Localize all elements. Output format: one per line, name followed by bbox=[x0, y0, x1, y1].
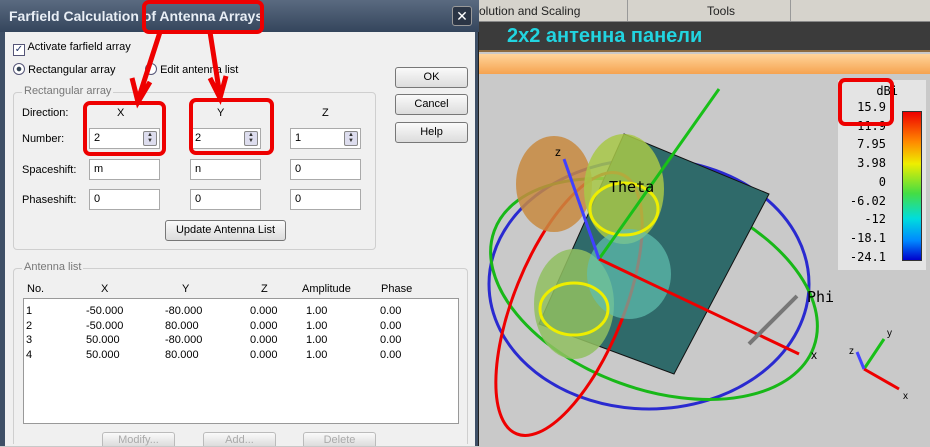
theta-label: Theta bbox=[609, 178, 654, 196]
menu-separator bbox=[790, 0, 791, 21]
cell: 0.000 bbox=[250, 319, 278, 332]
modify-button[interactable]: Modify... bbox=[102, 432, 175, 446]
cell: 1.00 bbox=[306, 334, 328, 346]
cell: 2 bbox=[26, 319, 33, 332]
phaseshift-x-input[interactable]: 0 bbox=[89, 189, 160, 210]
legend-value: -24.1 bbox=[849, 249, 886, 264]
number-z-value: 1 bbox=[295, 132, 302, 144]
number-label: Number: bbox=[22, 133, 65, 145]
update-antenna-list-button[interactable]: Update Antenna List bbox=[165, 220, 286, 241]
cell: 1 bbox=[26, 305, 33, 317]
annotation-box bbox=[838, 78, 894, 126]
header-amplitude: Amplitude bbox=[302, 283, 351, 295]
cell: 3 bbox=[26, 334, 33, 346]
cell: -80.000 bbox=[165, 334, 203, 346]
legend-value: 0 bbox=[878, 174, 886, 189]
spaceshift-x-input[interactable]: m bbox=[89, 159, 160, 180]
spin-arrows-icon[interactable]: ▲ ▼ bbox=[344, 131, 358, 146]
legend-value: 7.95 bbox=[857, 137, 886, 152]
help-button[interactable]: Help bbox=[395, 122, 468, 143]
header-no: No. bbox=[27, 283, 45, 295]
cell: 0.00 bbox=[380, 334, 402, 346]
cell: 0.000 bbox=[250, 348, 278, 361]
mini-x-label: x bbox=[903, 391, 908, 402]
phaseshift-z-input[interactable]: 0 bbox=[290, 189, 361, 210]
phaseshift-y-input[interactable]: 0 bbox=[190, 189, 261, 210]
phi-label: Phi bbox=[807, 288, 834, 306]
list-header: No. X Y Z Amplitude Phase bbox=[5, 283, 465, 296]
spaceshift-y-input[interactable]: n bbox=[190, 159, 261, 180]
colorbar bbox=[902, 111, 922, 261]
cell: 0.00 bbox=[380, 348, 402, 361]
header-phase: Phase bbox=[381, 283, 413, 295]
cell: 50.000 bbox=[86, 334, 120, 346]
cell: 80.000 bbox=[165, 348, 199, 361]
spaceshift-z-input[interactable]: 0 bbox=[290, 159, 361, 180]
menu-tools[interactable]: Tools bbox=[707, 4, 735, 18]
legend-value: 3.98 bbox=[857, 156, 886, 171]
spaceshift-label: Spaceshift: bbox=[22, 164, 77, 176]
cell: 80.000 bbox=[165, 319, 199, 332]
banner-title: 2x2 антенна панели bbox=[507, 25, 703, 47]
legend-value: -6.02 bbox=[849, 193, 886, 208]
cell: 0.000 bbox=[250, 305, 278, 317]
mini-z-label: z bbox=[849, 346, 854, 357]
menu-solution-scaling[interactable]: olution and Scaling bbox=[479, 4, 580, 18]
cell: 1.00 bbox=[306, 305, 328, 317]
cell: 0.00 bbox=[380, 305, 402, 317]
cell: 1.00 bbox=[306, 348, 328, 361]
menu-separator bbox=[627, 0, 628, 21]
title-band: 2x2 антенна панели bbox=[479, 22, 930, 52]
cell: -50.000 bbox=[86, 305, 124, 317]
phaseshift-label: Phaseshift: bbox=[22, 194, 77, 206]
cell: -50.000 bbox=[86, 319, 124, 332]
annotation-arrows bbox=[129, 31, 229, 109]
cell: 1.00 bbox=[306, 319, 328, 332]
cell: 50.000 bbox=[86, 348, 120, 361]
page: Farfield Calculation of Antenna Arrays ✕… bbox=[0, 0, 930, 446]
phi-arrow bbox=[747, 294, 799, 346]
x-label: x bbox=[811, 348, 817, 362]
delete-button[interactable]: Delete bbox=[303, 432, 376, 446]
antenna-list[interactable]: 1 -50.000 -80.000 0.000 1.00 0.00 2 -50.000 80.0… bbox=[23, 298, 459, 424]
cell: -80.000 bbox=[165, 305, 203, 317]
group-label: Antenna list bbox=[22, 261, 84, 274]
header-y: Y bbox=[182, 283, 190, 295]
cell: 0.00 bbox=[380, 319, 402, 332]
header-z: Z bbox=[261, 283, 268, 295]
menu-bar: olution and Scaling Tools bbox=[479, 0, 930, 22]
number-z-stepper[interactable]: 1 ▲ ▼ bbox=[290, 128, 361, 149]
add-button[interactable]: Add... bbox=[203, 432, 276, 446]
cell: 0.000 bbox=[250, 334, 278, 346]
orientation-axes-icon: z y x bbox=[849, 328, 908, 402]
legend-value: -18.1 bbox=[849, 230, 886, 245]
mini-y-label: y bbox=[887, 328, 892, 339]
cell: 4 bbox=[26, 348, 33, 361]
z-label: z bbox=[555, 145, 561, 159]
header-x: X bbox=[101, 283, 109, 295]
legend-value: -12 bbox=[864, 212, 886, 227]
lobe bbox=[516, 136, 592, 232]
view-header-bar bbox=[479, 54, 930, 74]
